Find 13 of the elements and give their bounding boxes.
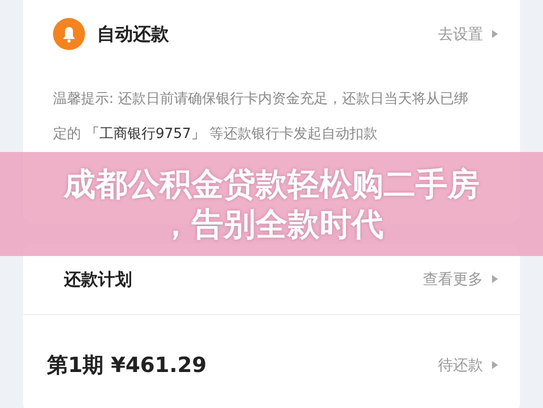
headline-text: ，告别全款时代: [160, 204, 384, 244]
section-title: 自动还款: [97, 23, 169, 46]
caret-icon: [492, 275, 498, 283]
section-title: 还款计划: [64, 268, 132, 290]
view-more-link[interactable]: 查看更多: [423, 270, 498, 288]
installment-amount: 第1期 ¥461.29: [47, 352, 207, 379]
status-link[interactable]: 待还款: [438, 356, 498, 374]
headline-text: 成都公积金贷款轻松购二手房: [64, 164, 480, 204]
bell-icon: [53, 18, 85, 50]
caret-icon: [492, 361, 498, 369]
settings-link[interactable]: 去设置: [438, 24, 498, 44]
caret-icon: [492, 30, 498, 38]
tip-text: 温馨提示: 还款日前请确保银行卡内资金充足，还款日当天将从已绑定的 「工商银行9757」 等还款银行卡发起自动扣款: [53, 90, 470, 144]
